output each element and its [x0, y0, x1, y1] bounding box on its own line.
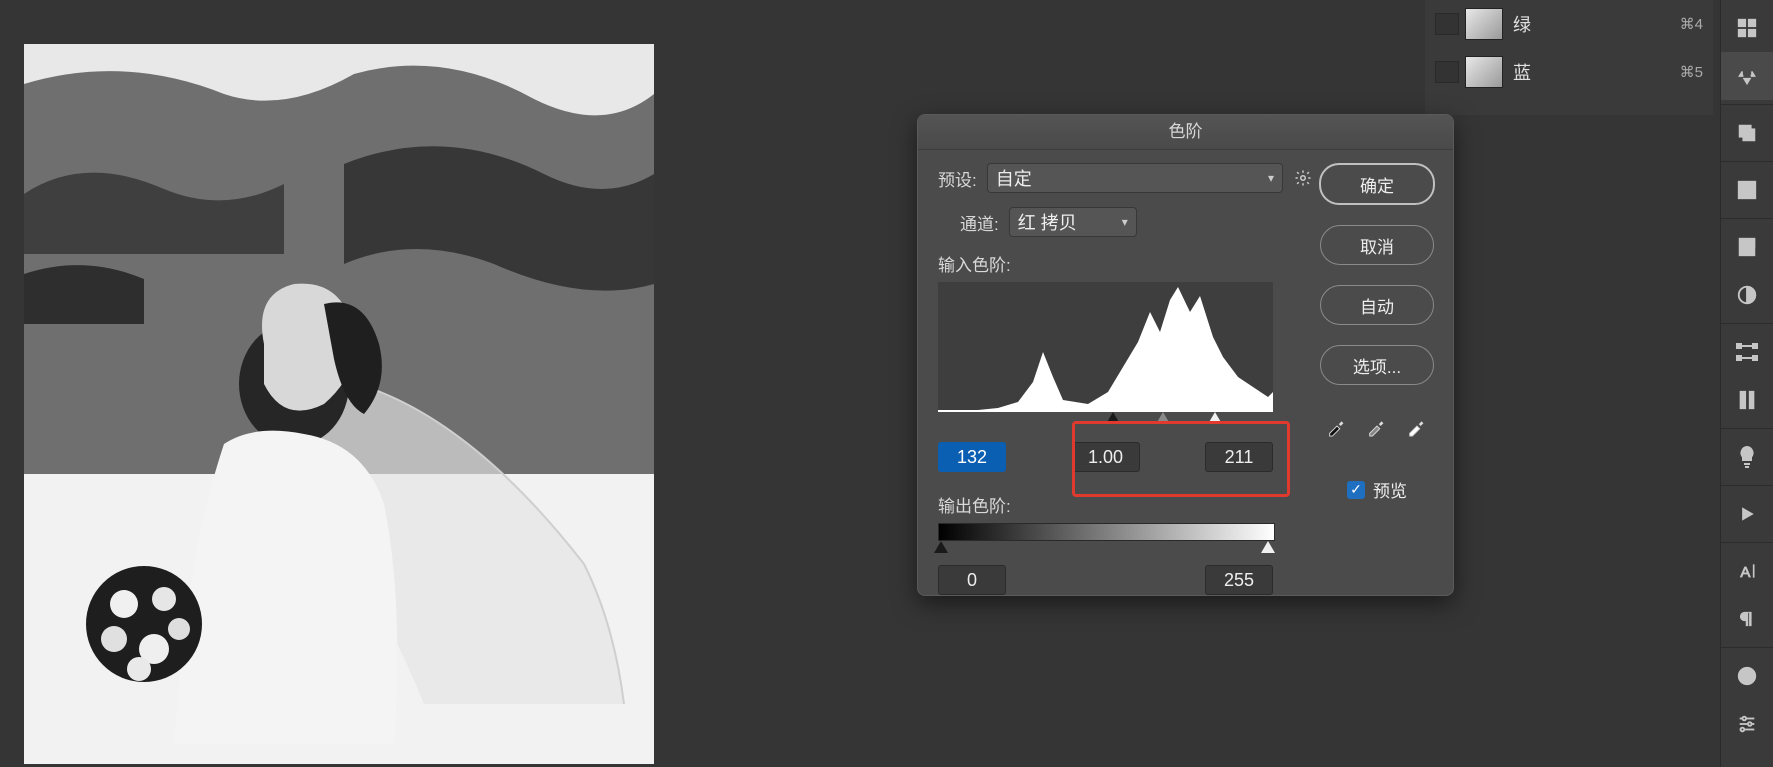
contrast-icon[interactable] [1721, 271, 1773, 319]
shadow-slider-handle[interactable] [1106, 412, 1120, 424]
recycle-icon[interactable] [1721, 52, 1773, 100]
output-shadow-field[interactable]: 0 [938, 565, 1006, 595]
highlight-slider-handle[interactable] [1208, 412, 1222, 424]
lightbulb-icon[interactable] [1721, 433, 1773, 481]
preset-value: 自定 [996, 165, 1032, 191]
preview-label: 预览 [1373, 477, 1407, 502]
right-panel-iconbar: A [1720, 0, 1773, 767]
output-highlight-handle[interactable] [1261, 541, 1275, 553]
white-point-eyedropper-icon[interactable] [1404, 413, 1430, 439]
preview-checkbox[interactable]: ✓ [1347, 481, 1365, 499]
shadow-input-field[interactable]: 132 [938, 442, 1006, 472]
channel-name: 绿 [1513, 11, 1680, 37]
auto-button[interactable]: 自动 [1320, 285, 1434, 325]
output-highlight-field[interactable]: 255 [1205, 565, 1273, 595]
text-a-icon[interactable]: A [1721, 547, 1773, 595]
highlight-input-field[interactable]: 211 [1205, 442, 1273, 472]
channel-row-blue[interactable]: 蓝 ⌘5 [1425, 48, 1713, 96]
input-levels-label: 输入色阶: [938, 251, 1313, 276]
midtone-slider-handle[interactable] [1156, 412, 1170, 424]
channel-visibility-toggle[interactable] [1435, 61, 1459, 83]
input-levels-slider[interactable] [938, 412, 1273, 432]
options-button[interactable]: 选项... [1320, 345, 1434, 385]
channel-thumbnail [1465, 8, 1503, 40]
histogram[interactable] [938, 282, 1273, 412]
channel-shortcut: ⌘5 [1680, 63, 1713, 81]
layers-panel-icon[interactable] [1721, 109, 1773, 157]
output-gradient [938, 523, 1275, 541]
info-icon[interactable] [1721, 652, 1773, 700]
preset-settings-gear-icon[interactable] [1293, 168, 1313, 188]
ok-button[interactable]: 确定 [1319, 163, 1435, 205]
channel-visibility-toggle[interactable] [1435, 13, 1459, 35]
play-icon[interactable] [1721, 490, 1773, 538]
channel-row-green[interactable]: 绿 ⌘4 [1425, 0, 1713, 48]
grid-icon[interactable] [1721, 4, 1773, 52]
eyedropper-group [1324, 413, 1430, 439]
dialog-title: 色阶 [918, 115, 1453, 150]
midtone-input-field[interactable]: 1.00 [1072, 442, 1140, 472]
levels-dialog: 色阶 预设: 自定 ▾ 通道: 红 拷贝 ▾ 输入色阶: [917, 114, 1454, 596]
gray-point-eyedropper-icon[interactable] [1364, 413, 1390, 439]
channels-panel: 绿 ⌘4 蓝 ⌘5 [1425, 0, 1713, 115]
channel-dropdown[interactable]: 红 拷贝 ▾ [1009, 207, 1137, 237]
ruler-icon[interactable] [1721, 376, 1773, 424]
output-levels-label: 输出色阶: [938, 492, 1313, 517]
preset-label: 预设: [938, 166, 977, 191]
table-icon[interactable] [1721, 166, 1773, 214]
output-shadow-handle[interactable] [934, 541, 948, 553]
channel-label: 通道: [960, 210, 999, 235]
channel-thumbnail [1465, 56, 1503, 88]
black-point-eyedropper-icon[interactable] [1324, 413, 1350, 439]
document-canvas[interactable] [24, 44, 654, 764]
bookmark-icon[interactable] [1721, 223, 1773, 271]
sliders-icon[interactable] [1721, 700, 1773, 748]
channel-shortcut: ⌘4 [1680, 15, 1713, 33]
transform-icon[interactable] [1721, 328, 1773, 376]
preset-dropdown[interactable]: 自定 ▾ [987, 163, 1283, 193]
paragraph-icon[interactable] [1721, 595, 1773, 643]
chevron-down-icon: ▾ [1122, 215, 1128, 229]
cancel-button[interactable]: 取消 [1320, 225, 1434, 265]
svg-text:A: A [1740, 564, 1750, 581]
channel-name: 蓝 [1513, 59, 1680, 85]
output-levels-slider[interactable] [938, 541, 1273, 559]
channel-value: 红 拷贝 [1018, 209, 1077, 235]
chevron-down-icon: ▾ [1268, 171, 1274, 185]
